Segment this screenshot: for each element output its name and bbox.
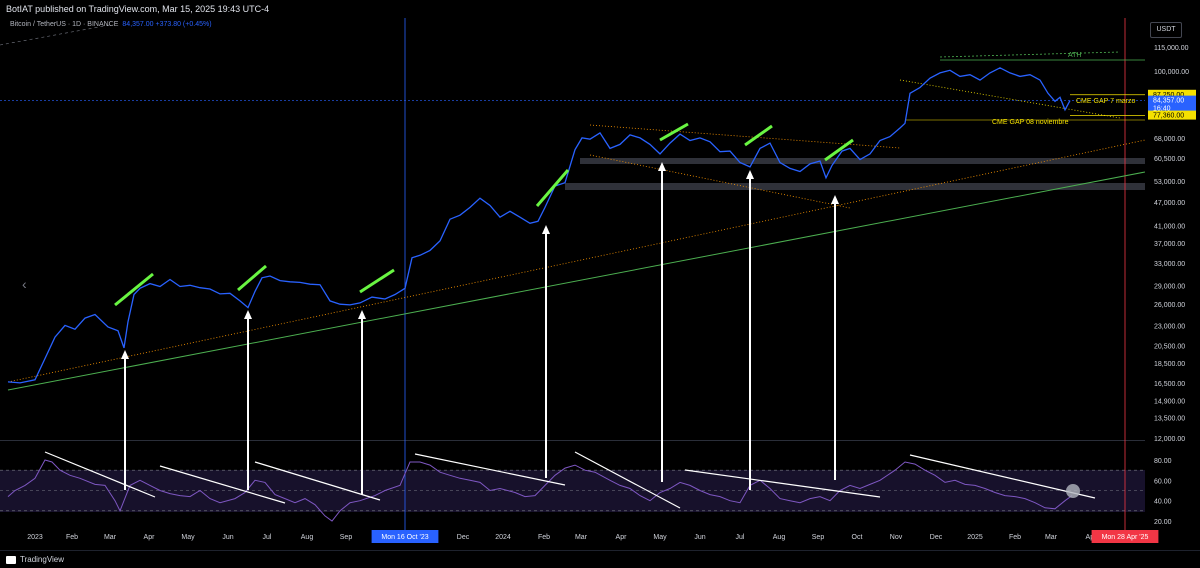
time-tick-label: Aug bbox=[301, 534, 314, 541]
price-tick-label: 16,500.00 bbox=[1154, 381, 1185, 388]
price-tick-label: 37,000.00 bbox=[1154, 241, 1185, 248]
footer: TradingView bbox=[0, 550, 1200, 567]
rsi-tick-label: 40.00 bbox=[1154, 499, 1172, 506]
up-arrow-head bbox=[121, 350, 129, 359]
pane-divider bbox=[0, 440, 1145, 441]
publish-header: BotIAT published on TradingView.com, Mar… bbox=[0, 0, 1200, 18]
scroll-left-icon[interactable]: ‹ bbox=[22, 276, 27, 292]
time-tick-label: Jun bbox=[222, 534, 233, 541]
time-badge-label: Mon 28 Apr '25 bbox=[1102, 534, 1149, 541]
price-tick-label: 100,000.00 bbox=[1154, 69, 1189, 76]
price-tick-label: 26,000.00 bbox=[1154, 302, 1185, 309]
time-tick-label: Nov bbox=[890, 534, 903, 541]
chart-area[interactable]: ATH CME GAP 7 marzo CME GAP 08 noviembre 11… bbox=[0, 18, 1200, 550]
ath-line bbox=[939, 51, 1121, 58]
up-arrow-head bbox=[831, 195, 839, 204]
rsi-band bbox=[0, 470, 1145, 512]
time-tick-label: May bbox=[653, 534, 667, 541]
green-trend-arrow bbox=[359, 268, 395, 294]
price-tick-label: 29,000.00 bbox=[1154, 283, 1185, 290]
price-tick-label: 14,900.00 bbox=[1154, 399, 1185, 406]
price-series-line bbox=[7, 67, 1071, 384]
time-tick-label: Aug bbox=[773, 534, 786, 541]
up-arrow-head bbox=[746, 170, 754, 179]
time-tick-label: Jul bbox=[263, 534, 272, 541]
price-tick-label: 18,500.00 bbox=[1154, 361, 1185, 368]
time-tick-label: 2025 bbox=[967, 534, 983, 541]
price-tick-label: 33,000.00 bbox=[1154, 261, 1185, 268]
time-tick-label: Apr bbox=[144, 534, 156, 541]
price-tick-label: 41,000.00 bbox=[1154, 223, 1185, 230]
green-trend-arrow bbox=[824, 138, 854, 162]
symbol-quote: 84,357.00 +373.80 (+0.45%) bbox=[122, 21, 212, 28]
dashed-trendline bbox=[0, 24, 111, 46]
up-arrow-head bbox=[244, 310, 252, 319]
time-tick-label: Dec bbox=[457, 534, 470, 541]
price-badge-label: 77,360.00 bbox=[1153, 113, 1184, 120]
cme-gap-march-label: CME GAP 7 marzo bbox=[1076, 98, 1135, 105]
price-tick-label: 13,500.00 bbox=[1154, 416, 1185, 423]
time-tick-label: Jul bbox=[736, 534, 745, 541]
price-tick-label: 115,000.00 bbox=[1154, 45, 1189, 52]
green-trend-arrow bbox=[744, 124, 773, 147]
green-trend-arrow bbox=[535, 169, 570, 207]
dotted-trendline bbox=[7, 139, 1146, 383]
currency-selector[interactable]: USDT bbox=[1150, 22, 1182, 38]
price-badge-label: 84,357.00 bbox=[1153, 98, 1184, 105]
up-arrow-head bbox=[358, 310, 366, 319]
time-tick-label: Feb bbox=[66, 534, 78, 541]
time-tick-label: Mar bbox=[1045, 534, 1058, 541]
symbol-name: Bitcoin / TetherUS · 1D · BINANCE bbox=[10, 21, 119, 28]
price-tick-label: 47,000.00 bbox=[1154, 200, 1185, 207]
time-tick-label: Sep bbox=[340, 534, 353, 541]
rsi-marker bbox=[1066, 484, 1080, 498]
price-tick-label: 68,000.00 bbox=[1154, 136, 1185, 143]
rsi-tick-label: 60.00 bbox=[1154, 478, 1172, 485]
time-tick-label: 2023 bbox=[27, 534, 43, 541]
price-chart[interactable]: ATH CME GAP 7 marzo CME GAP 08 noviembre 11… bbox=[0, 18, 1200, 550]
time-tick-label: Apr bbox=[616, 534, 628, 541]
time-tick-label: Mar bbox=[104, 534, 117, 541]
time-badge-label: Mon 16 Oct '23 bbox=[381, 534, 428, 541]
time-tick-label: May bbox=[181, 534, 195, 541]
brand-name: TradingView bbox=[20, 555, 65, 564]
tradingview-logo-icon bbox=[6, 555, 16, 564]
long-trendline bbox=[7, 171, 1146, 391]
price-tick-label: 53,000.00 bbox=[1154, 179, 1185, 186]
time-tick-label: Feb bbox=[1009, 534, 1021, 541]
rsi-tick-label: 20.00 bbox=[1154, 519, 1172, 526]
symbol-legend[interactable]: Bitcoin / TetherUS · 1D · BINANCE 84,357.… bbox=[10, 21, 212, 28]
price-tick-label: 60,500.00 bbox=[1154, 156, 1185, 163]
cme-gap-november-label: CME GAP 08 noviembre bbox=[992, 119, 1069, 126]
rsi-tick-label: 80.00 bbox=[1154, 458, 1172, 465]
price-tick-label: 20,500.00 bbox=[1154, 343, 1185, 350]
up-arrow-head bbox=[542, 225, 550, 234]
time-tick-label: Dec bbox=[930, 534, 943, 541]
time-tick-label: Oct bbox=[852, 534, 863, 541]
time-tick-label: Mar bbox=[575, 534, 588, 541]
price-tick-label: 23,000.00 bbox=[1154, 323, 1185, 330]
time-tick-label: Jun bbox=[694, 534, 705, 541]
ath-label: ATH bbox=[1068, 52, 1081, 59]
price-tick-label: 12,000.00 bbox=[1154, 436, 1185, 443]
time-tick-label: Feb bbox=[538, 534, 550, 541]
time-tick-label: Sep bbox=[812, 534, 825, 541]
green-trend-arrow bbox=[659, 122, 689, 142]
time-tick-label: 2024 bbox=[495, 534, 511, 541]
green-trend-arrow bbox=[114, 272, 154, 307]
